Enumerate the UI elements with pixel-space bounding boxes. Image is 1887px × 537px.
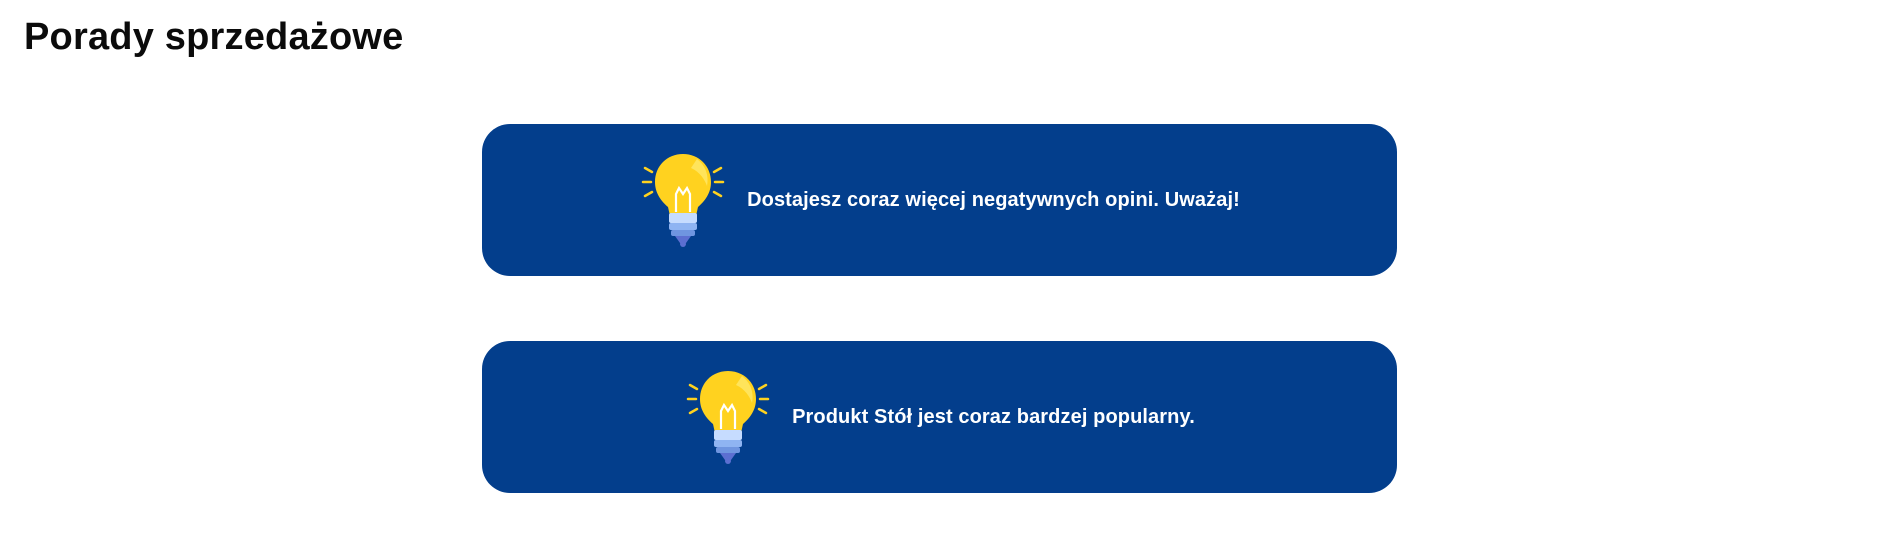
sales-tip-content: Produkt Stół jest coraz bardzej popularn… (684, 367, 1195, 467)
lightbulb-icon (684, 367, 772, 467)
sales-tip-text: Dostajesz coraz więcej negatywnych opini… (747, 188, 1240, 211)
sales-tip-content: Dostajesz coraz więcej negatywnych opini… (639, 150, 1240, 250)
lightbulb-icon (639, 150, 727, 250)
sales-tip-text: Produkt Stół jest coraz bardzej popularn… (792, 405, 1195, 428)
sales-tip-card: Produkt Stół jest coraz bardzej popularn… (482, 341, 1397, 493)
page-title: Porady sprzedażowe (24, 16, 404, 58)
sales-tip-card: Dostajesz coraz więcej negatywnych opini… (482, 124, 1397, 276)
